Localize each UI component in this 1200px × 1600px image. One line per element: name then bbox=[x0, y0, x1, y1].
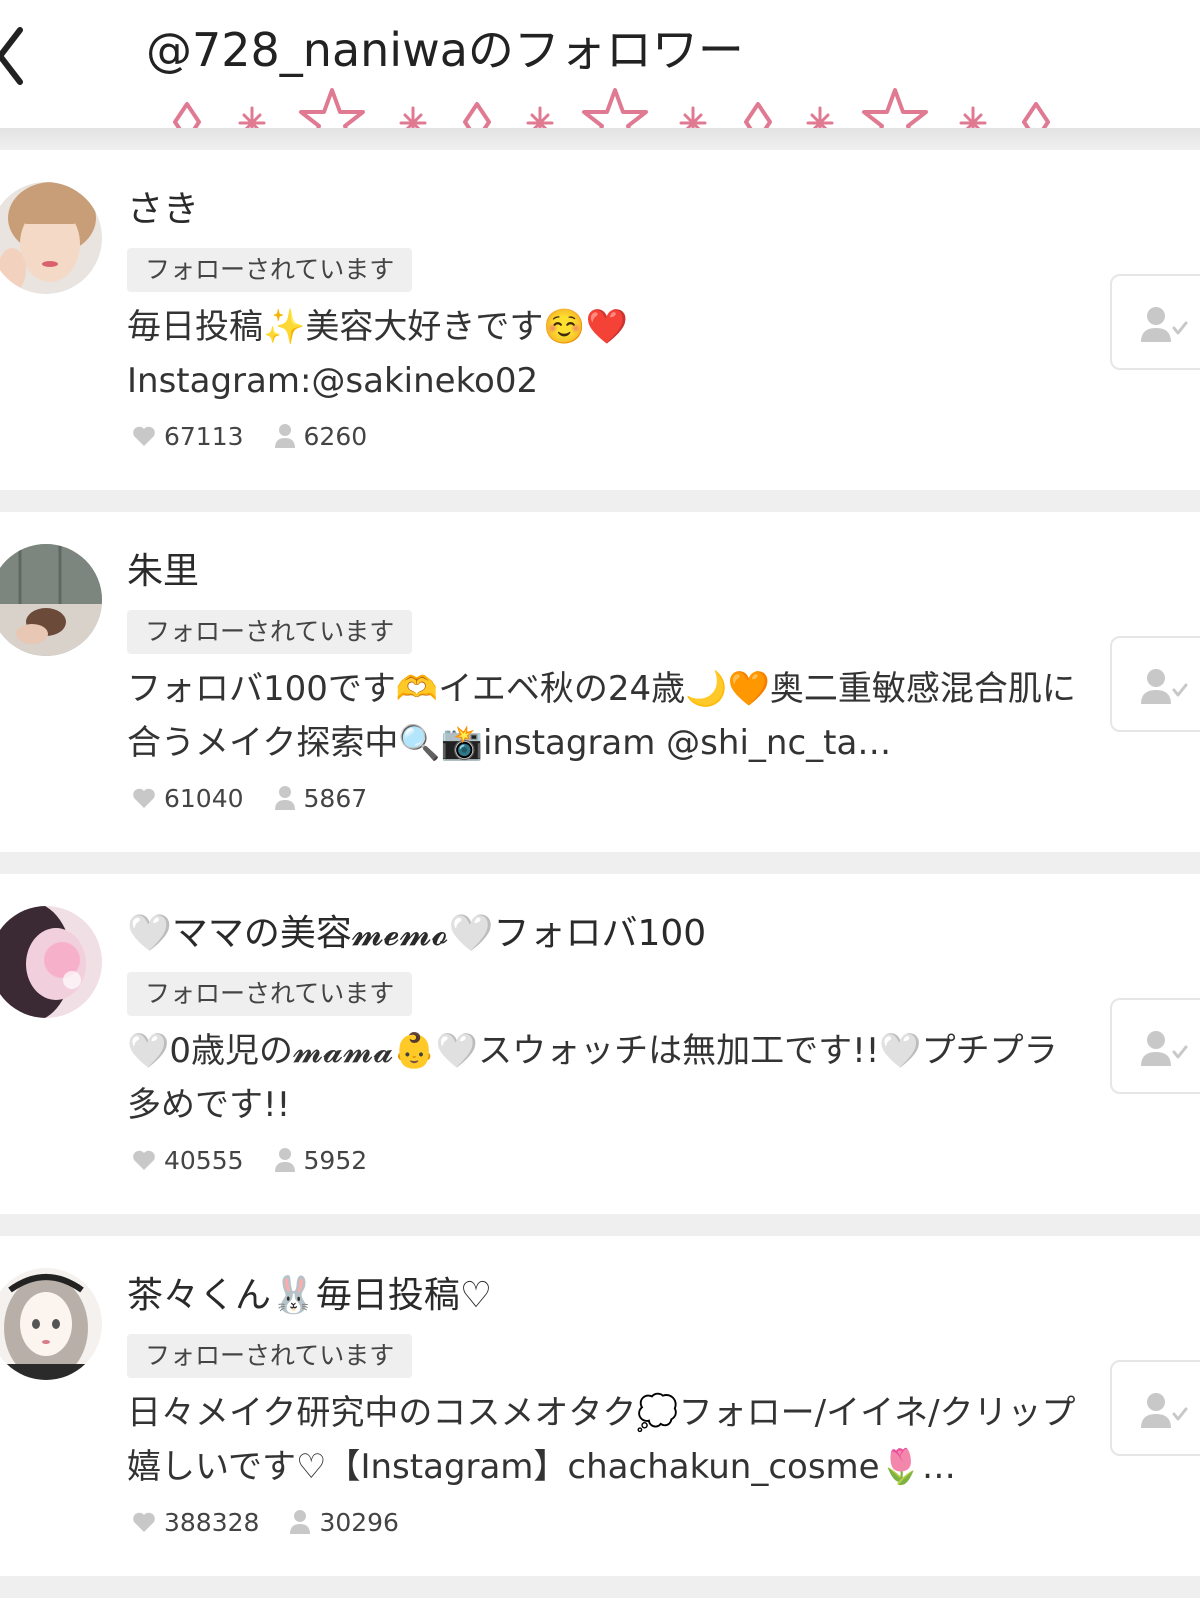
heart-icon bbox=[133, 426, 155, 446]
avatar-photo bbox=[0, 906, 102, 1018]
follower-stats: 61040 5867 bbox=[132, 780, 397, 816]
person-icon bbox=[290, 1510, 311, 1534]
follower-row[interactable]: さき フォローされています 毎日投稿✨美容大好きです☺️❤️ Instagram… bbox=[0, 150, 1200, 490]
avatar[interactable] bbox=[0, 1268, 102, 1380]
follower-row[interactable]: 朱里 フォローされています フォロバ100です🫶イエベ秋の24歳🌙🧡奥二重敏感混… bbox=[0, 512, 1200, 852]
follower-bio: フォロバ100です🫶イエベ秋の24歳🌙🧡奥二重敏感混合肌に合うメイク探索中🔍📸i… bbox=[127, 669, 1076, 763]
follows-you-badge: フォローされています bbox=[127, 972, 413, 1016]
likes-stat: 388328 bbox=[132, 1508, 259, 1537]
add-user-icon bbox=[1141, 1031, 1188, 1066]
follower-name[interactable]: 茶々くん🐰毎日投稿♡ bbox=[127, 1274, 492, 1318]
follower-bio: 日々メイク研究中のコスメオタク💭フォロー/イイネ/クリップ嬉しいです♡【Inst… bbox=[127, 1393, 1076, 1487]
followers-stat: 5867 bbox=[274, 783, 368, 813]
heart-icon bbox=[133, 788, 155, 808]
avatar-photo bbox=[0, 544, 102, 656]
followers-stat: 5952 bbox=[274, 1145, 368, 1175]
likes-count: 61040 bbox=[164, 783, 244, 813]
avatar[interactable] bbox=[0, 544, 102, 656]
person-icon bbox=[274, 1148, 295, 1172]
follower-stats: 67113 6260 bbox=[132, 418, 397, 454]
person-icon bbox=[274, 424, 295, 448]
header-bar: @728_naniwaのフォロワー bbox=[0, 0, 1200, 150]
follower-name[interactable]: 朱里 bbox=[127, 550, 199, 594]
back-button[interactable] bbox=[0, 18, 34, 88]
likes-stat: 40555 bbox=[132, 1146, 244, 1175]
chevron-left-icon bbox=[0, 27, 23, 85]
header-divider bbox=[0, 128, 1200, 150]
heart-icon bbox=[133, 1150, 155, 1170]
followers-count: 30296 bbox=[319, 1507, 399, 1537]
followers-count: 5867 bbox=[303, 783, 368, 813]
followers-stat: 30296 bbox=[289, 1508, 399, 1537]
follows-you-badge: フォローされています bbox=[127, 248, 413, 292]
likes-count: 388328 bbox=[164, 1507, 260, 1537]
follower-stats: 40555 5952 bbox=[132, 1142, 397, 1178]
followers-count: 5952 bbox=[303, 1145, 368, 1175]
follower-name[interactable]: さき bbox=[127, 188, 199, 232]
likes-count: 67113 bbox=[164, 421, 244, 451]
avatar-photo bbox=[0, 1268, 102, 1380]
avatar[interactable] bbox=[0, 182, 102, 294]
follower-row[interactable]: 茶々くん🐰毎日投稿♡ フォローされています 日々メイク研究中のコスメオタク💭フォ… bbox=[0, 1236, 1200, 1576]
follows-you-badge: フォローされています bbox=[127, 1334, 413, 1378]
likes-count: 40555 bbox=[164, 1145, 244, 1175]
follows-you-badge: フォローされています bbox=[127, 610, 413, 654]
likes-stat: 61040 bbox=[132, 784, 244, 813]
follow-back-button[interactable] bbox=[1110, 636, 1200, 732]
follow-back-button[interactable] bbox=[1110, 274, 1200, 370]
row-divider bbox=[0, 852, 1200, 874]
follow-back-button[interactable] bbox=[1110, 998, 1200, 1094]
avatar-photo bbox=[0, 182, 102, 294]
followers-stat: 6260 bbox=[274, 421, 368, 451]
follower-stats: 388328 30296 bbox=[132, 1504, 429, 1540]
row-divider bbox=[0, 1576, 1200, 1598]
followers-count: 6260 bbox=[303, 421, 368, 451]
follow-back-button[interactable] bbox=[1110, 1360, 1200, 1456]
add-user-icon bbox=[1141, 1393, 1188, 1428]
avatar[interactable] bbox=[0, 906, 102, 1018]
person-icon bbox=[274, 786, 295, 810]
add-user-icon bbox=[1141, 307, 1188, 342]
follower-bio: 🤍0歳児の𝓶𝓪𝓶𝓪👶🤍スウォッチは無加工です!!🤍プチプラ多めです!! bbox=[127, 1031, 1058, 1125]
likes-stat: 67113 bbox=[132, 422, 244, 451]
follower-row[interactable]: 🤍ママの美容𝓶𝓮𝓶𝓸🤍フォロバ100 フォローされています 🤍0歳児の𝓶𝓪𝓶𝓪👶… bbox=[0, 874, 1200, 1214]
page-title: @728_naniwaのフォロワー bbox=[146, 23, 744, 77]
follower-bio: 毎日投稿✨美容大好きです☺️❤️ Instagram:@sakineko02 bbox=[127, 307, 629, 401]
row-divider bbox=[0, 1214, 1200, 1236]
add-user-icon bbox=[1141, 669, 1188, 704]
follower-name[interactable]: 🤍ママの美容𝓶𝓮𝓶𝓸🤍フォロバ100 bbox=[127, 912, 706, 956]
row-divider bbox=[0, 490, 1200, 512]
heart-icon bbox=[133, 1512, 155, 1532]
follower-list: さき フォローされています 毎日投稿✨美容大好きです☺️❤️ Instagram… bbox=[0, 150, 1200, 1598]
